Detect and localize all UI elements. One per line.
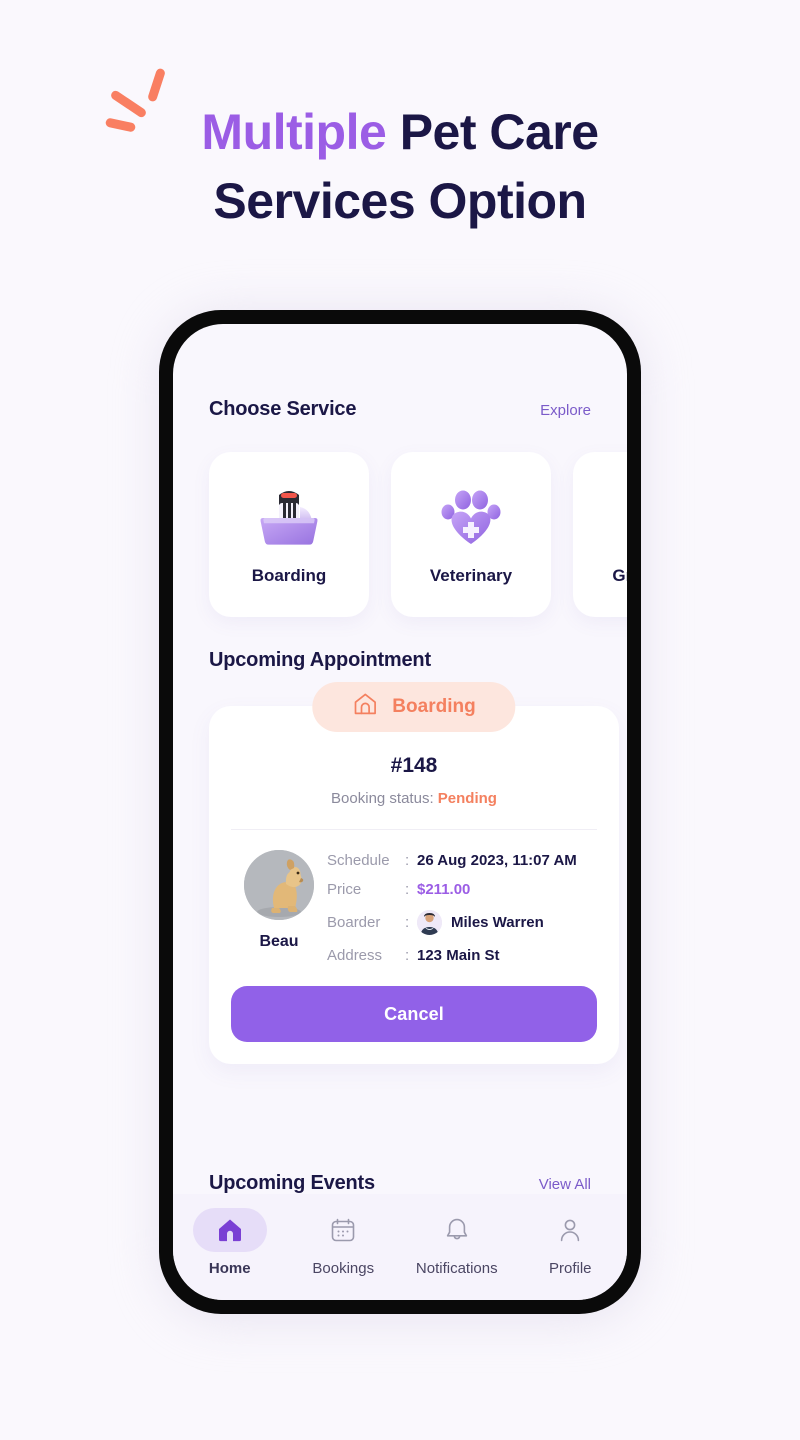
phone-mockup: Choose Service Explore Boarding Veterina… — [159, 310, 641, 1314]
service-card-grooming[interactable]: Grooming — [573, 452, 627, 617]
bell-icon — [420, 1208, 494, 1252]
page-title: Multiple Pet Care Services Option — [0, 98, 800, 235]
pet-name: Beau — [259, 933, 299, 950]
service-card-list: Boarding Veterinary G — [209, 452, 627, 617]
paw-heart-cross-icon — [439, 484, 503, 552]
detail-value-schedule: 26 Aug 2023, 11:07 AM — [417, 852, 577, 869]
nav-item-bookings[interactable]: Bookings — [287, 1208, 401, 1277]
boarder-avatar — [417, 910, 442, 935]
nav-label: Profile — [548, 1260, 592, 1277]
bottom-navigation: Home Bookings Notifications Profile — [173, 1194, 627, 1300]
home-icon — [192, 1208, 267, 1252]
detail-key: Address — [327, 947, 383, 964]
explore-link[interactable]: Explore — [540, 402, 591, 419]
upcoming-appointment-title: Upcoming Appointment — [209, 649, 431, 671]
booking-status-value: Pending — [437, 790, 497, 807]
nav-label: Home — [208, 1260, 251, 1277]
choose-service-title: Choose Service — [209, 398, 357, 420]
dog-house-icon — [352, 691, 378, 723]
detail-separator: : — [405, 881, 410, 898]
choose-service-header: Choose Service Explore — [209, 398, 591, 421]
nav-label: Bookings — [312, 1260, 375, 1277]
appointment-details: Beau Schedule : 26 Aug 2023, 11:07 AM Pr… — [231, 850, 597, 964]
upcoming-events-title: Upcoming Events — [209, 1172, 375, 1194]
appointment-id: #148 — [390, 754, 438, 777]
nav-item-home[interactable]: Home — [173, 1208, 287, 1277]
view-all-link[interactable]: View All — [539, 1176, 591, 1193]
headline-accent-word: Multiple — [201, 104, 387, 160]
card-divider — [231, 829, 597, 830]
detail-value-boarder: Miles Warren — [417, 910, 597, 935]
calendar-icon — [306, 1208, 380, 1252]
headline-rest-line1: Pet Care — [386, 104, 599, 160]
appointment-card: Boarding #148 Booking status: Pending Be… — [209, 682, 619, 1064]
pet-avatar — [244, 850, 314, 920]
upcoming-appointment-header: Upcoming Appointment — [209, 649, 591, 672]
detail-separator: : — [405, 852, 410, 869]
pet-carrier-icon — [256, 484, 322, 552]
person-icon — [533, 1208, 607, 1252]
service-label: Grooming — [612, 565, 627, 585]
pet-summary: Beau — [231, 850, 327, 964]
phone-screen: Choose Service Explore Boarding Veterina… — [173, 324, 627, 1300]
service-label: Veterinary — [429, 565, 513, 585]
nav-label: Notifications — [415, 1260, 498, 1277]
service-card-boarding[interactable]: Boarding — [209, 452, 369, 617]
service-card-veterinary[interactable]: Veterinary — [391, 452, 551, 617]
status-badge: Boarding — [312, 682, 516, 732]
detail-separator: : — [405, 947, 410, 964]
boarder-name: Miles Warren — [451, 914, 544, 931]
detail-value-address: 123 Main St — [417, 947, 500, 964]
detail-grid: Schedule : 26 Aug 2023, 11:07 AM Price :… — [327, 850, 597, 964]
service-label: Boarding — [251, 565, 327, 585]
detail-key: Boarder — [327, 914, 381, 931]
cancel-button[interactable]: Cancel — [231, 986, 597, 1042]
booking-status-label: Booking status: — [331, 790, 434, 807]
nav-item-profile[interactable]: Profile — [514, 1208, 628, 1277]
headline-line2: Services Option — [213, 172, 587, 229]
nav-item-notifications[interactable]: Notifications — [400, 1208, 514, 1277]
upcoming-events-header: Upcoming Events View All — [209, 1172, 591, 1195]
detail-value-price: $211.00 — [417, 881, 471, 898]
booking-status: Booking status: Pending — [231, 790, 597, 807]
grooming-icon — [621, 484, 627, 552]
detail-key: Price — [327, 881, 362, 898]
status-badge-label: Boarding — [392, 696, 476, 717]
detail-separator: : — [405, 914, 410, 931]
detail-key: Schedule — [327, 852, 390, 869]
